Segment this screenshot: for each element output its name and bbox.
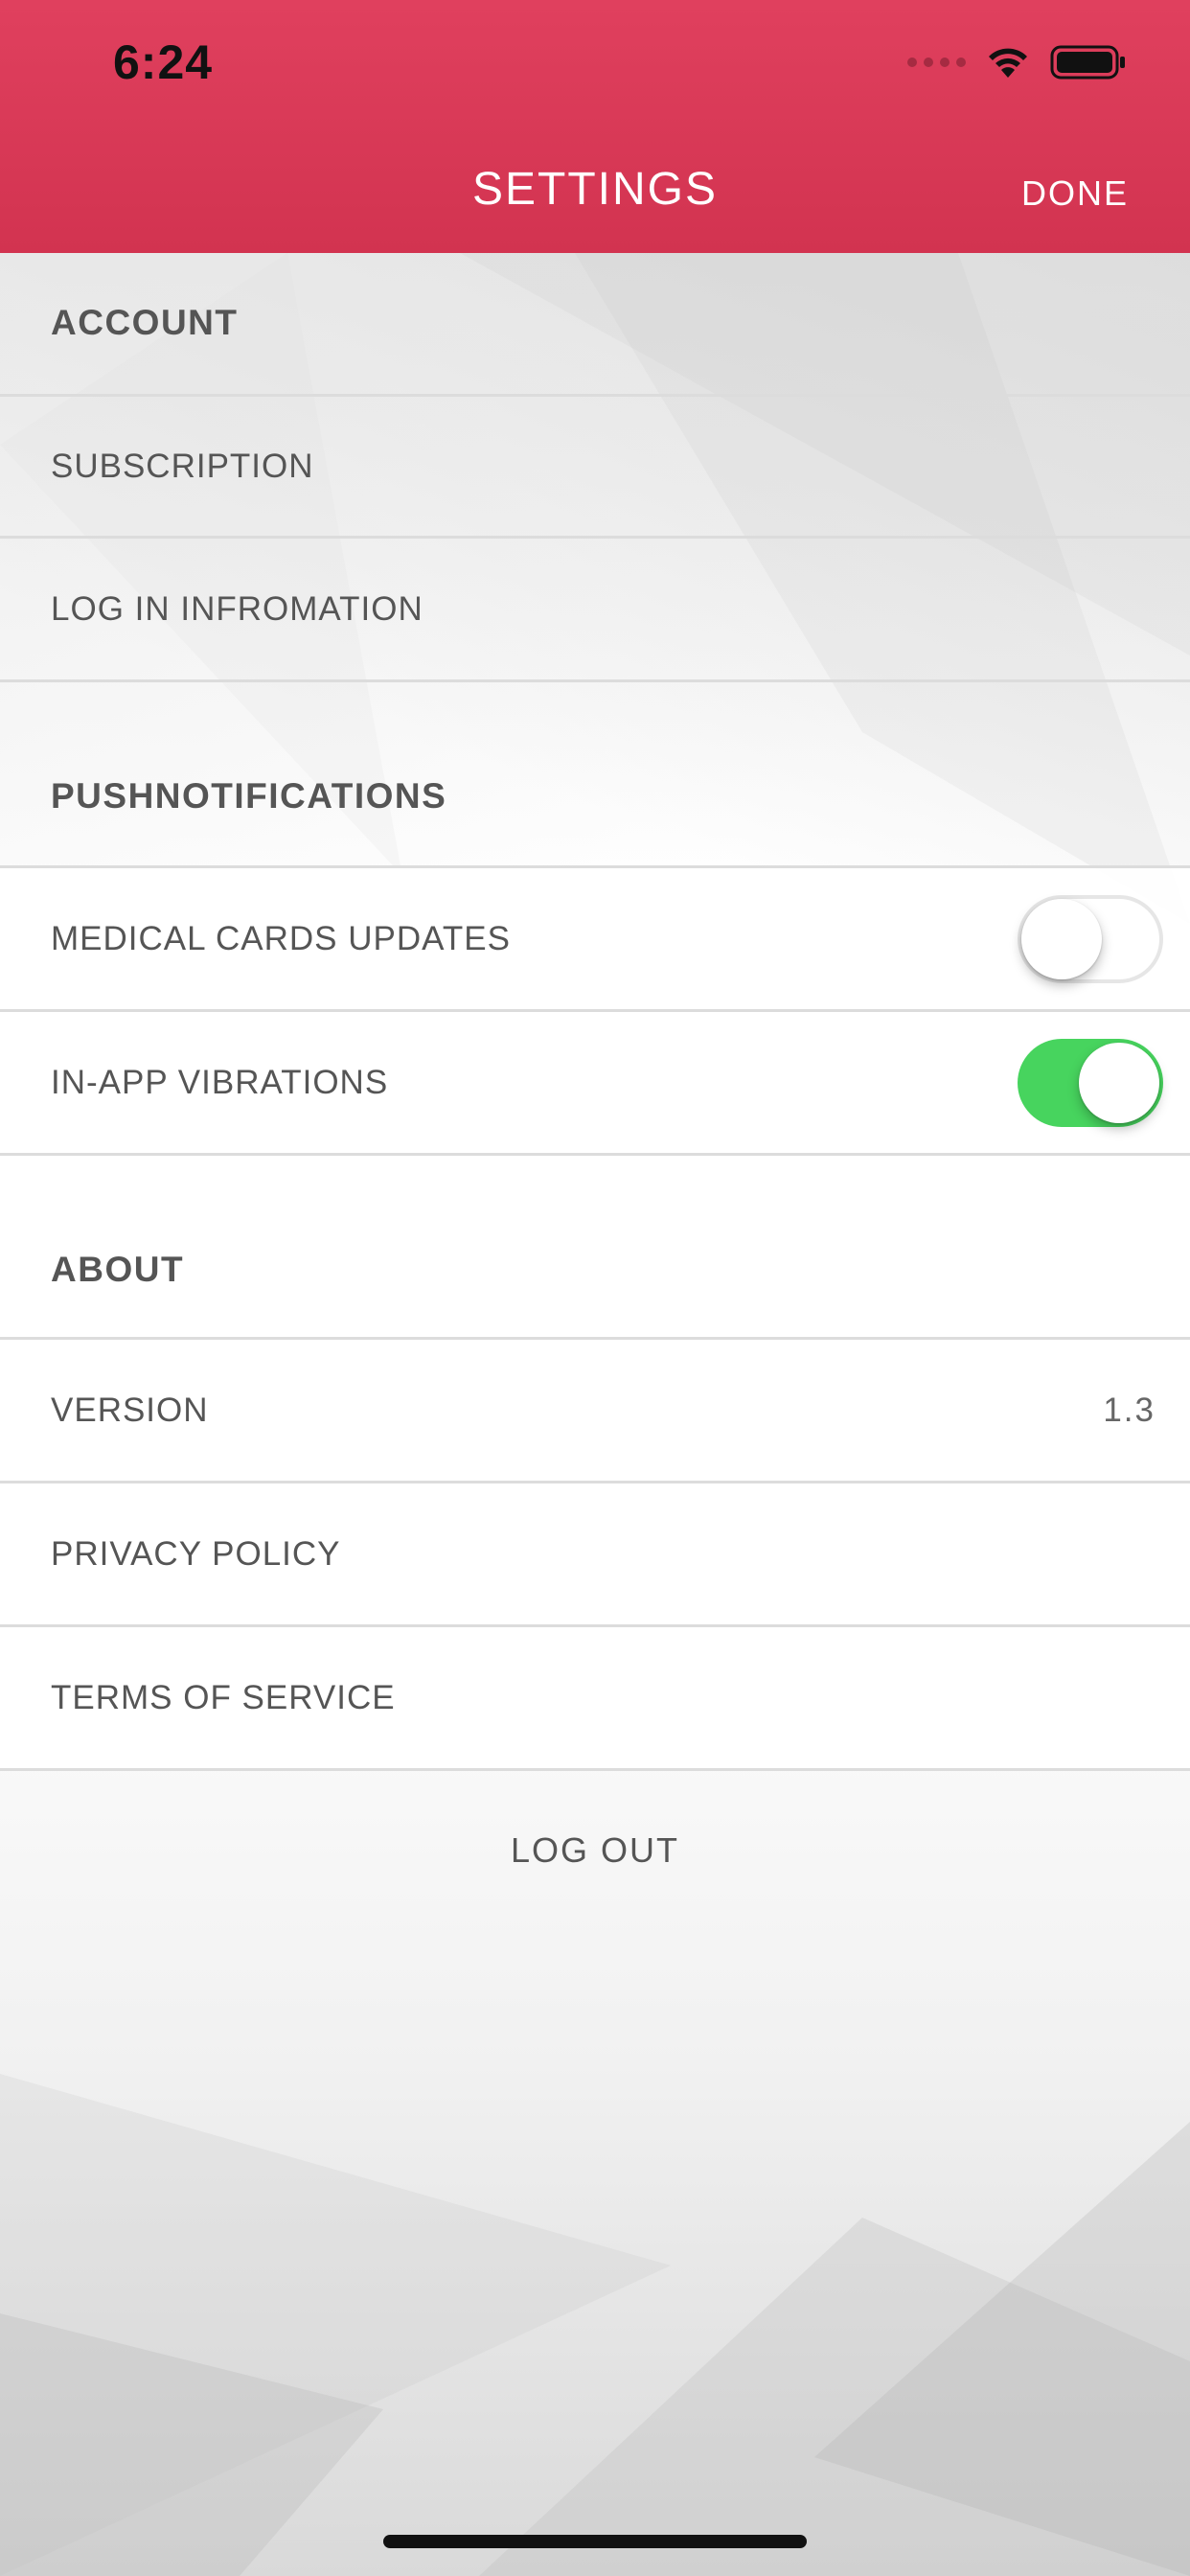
done-button[interactable]: DONE [1021, 171, 1129, 217]
section-title-about: ABOUT [51, 1250, 185, 1289]
row-label: MEDICAL CARDS UPDATES [51, 919, 511, 957]
row-label: VERSION [51, 1391, 209, 1429]
section-header-pushnotifications: PUSHNOTIFICATIONS [0, 682, 1190, 868]
medical-cards-updates-toggle[interactable] [1018, 894, 1163, 983]
wifi-icon [989, 48, 1027, 78]
page-title: SETTINGS [471, 164, 719, 215]
settings-row-terms-of-service[interactable]: TERMS OF SERVICE [0, 1627, 1190, 1771]
row-label: TERMS OF SERVICE [51, 1678, 396, 1716]
section-header-about: ABOUT [0, 1156, 1190, 1340]
row-label: SUBSCRIPTION [51, 447, 314, 485]
section-header-account: ACCOUNT [0, 253, 1190, 397]
status-icons [907, 44, 1127, 80]
home-indicator[interactable] [383, 2535, 807, 2548]
toggle-knob [1079, 1042, 1159, 1123]
row-label: IN-APP VIBRATIONS [51, 1063, 389, 1101]
row-label: PRIVACY POLICY [51, 1534, 341, 1573]
toggle-knob [1021, 898, 1102, 979]
section-title-pushnotifications: PUSHNOTIFICATIONS [51, 776, 447, 816]
status-time: 6:24 [113, 35, 214, 89]
battery-icon [1050, 45, 1125, 80]
settings-row-login-information[interactable]: LOG IN INFROMATION [0, 539, 1190, 682]
logout-button[interactable]: LOG OUT [0, 1830, 1190, 1871]
version-value: 1.3 [1103, 1391, 1156, 1429]
settings-row-medical-cards-updates: MEDICAL CARDS UPDATES [0, 868, 1190, 1012]
settings-row-privacy-policy[interactable]: PRIVACY POLICY [0, 1484, 1190, 1627]
settings-row-subscription[interactable]: SUBSCRIPTION [0, 397, 1190, 539]
nav-header: 6:24 SETTINGS DONE [0, 0, 1190, 253]
settings-row-version: VERSION 1.3 [0, 1340, 1190, 1484]
in-app-vibrations-toggle[interactable] [1018, 1038, 1163, 1127]
row-label: LOG IN INFROMATION [51, 589, 423, 628]
settings-row-in-app-vibrations: IN-APP VIBRATIONS [0, 1012, 1190, 1156]
section-title-account: ACCOUNT [51, 303, 239, 342]
cellular-signal-icon [907, 58, 966, 67]
